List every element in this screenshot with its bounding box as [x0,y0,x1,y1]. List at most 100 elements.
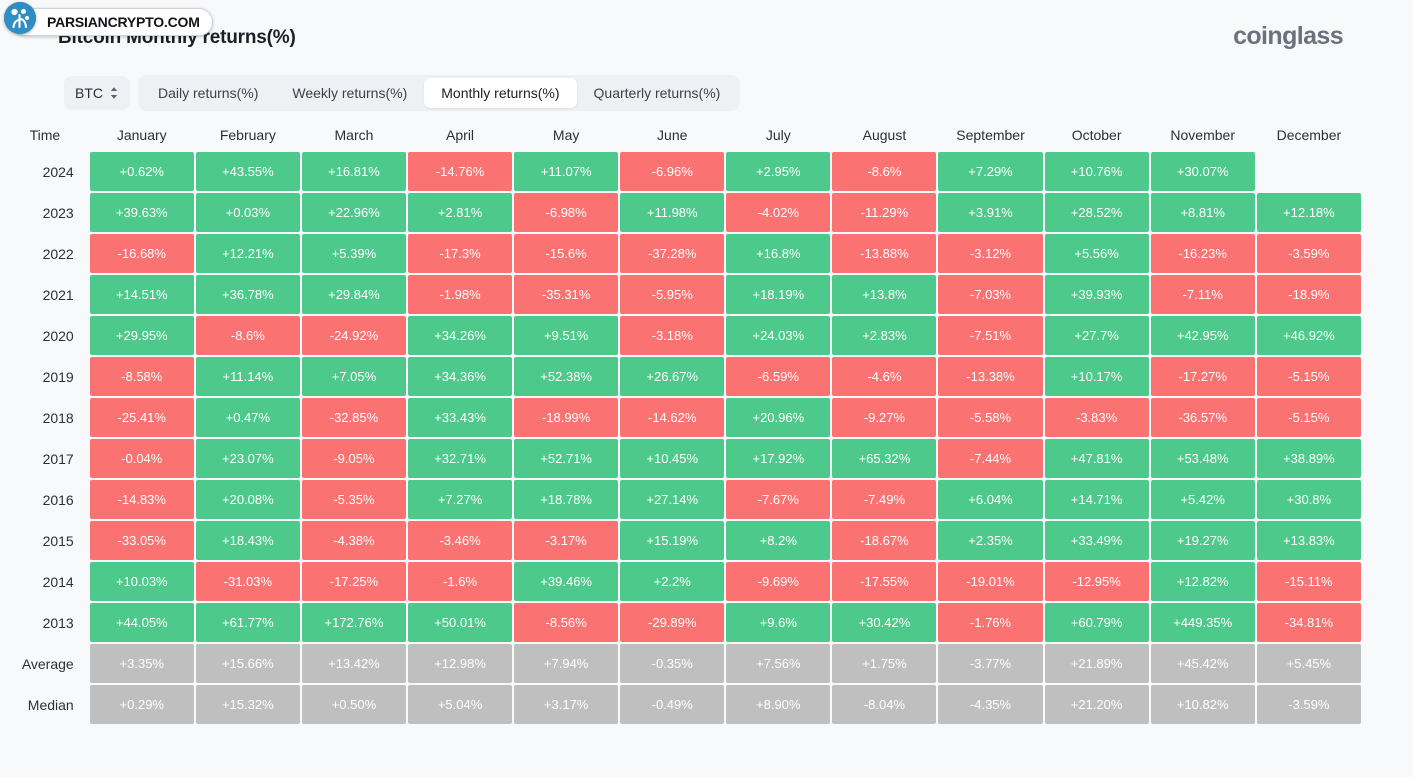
return-cell[interactable]: +5.39% [301,234,406,273]
return-cell[interactable]: -9.69% [726,562,831,601]
return-cell[interactable]: -0.49% [620,685,725,724]
return-cell[interactable]: -9.27% [832,398,937,437]
return-cell[interactable]: +5.56% [1044,234,1149,273]
return-cell[interactable]: -8.04% [832,685,937,724]
return-cell[interactable]: +39.93% [1044,275,1149,314]
return-cell[interactable]: +2.83% [832,316,937,355]
return-cell[interactable]: +53.48% [1150,439,1255,478]
return-cell[interactable]: +8.81% [1150,193,1255,232]
return-cell[interactable]: -3.46% [408,521,513,560]
return-cell[interactable]: -5.15% [1256,398,1361,437]
return-cell[interactable]: +8.90% [726,685,831,724]
return-cell[interactable]: -7.51% [938,316,1043,355]
return-cell[interactable]: -19.01% [938,562,1043,601]
return-cell[interactable]: +16.8% [726,234,831,273]
return-cell[interactable]: +10.03% [89,562,194,601]
return-cell[interactable]: +449.35% [1150,603,1255,642]
return-cell[interactable]: +7.05% [301,357,406,396]
return-cell[interactable]: -24.92% [301,316,406,355]
return-cell[interactable]: +33.43% [408,398,513,437]
tab-daily-returns[interactable]: Daily returns(%) [141,78,275,108]
return-cell[interactable]: -29.89% [620,603,725,642]
return-cell[interactable]: -34.81% [1256,603,1361,642]
return-cell[interactable]: +14.71% [1044,480,1149,519]
return-cell[interactable]: -18.99% [514,398,619,437]
return-cell[interactable]: -3.12% [938,234,1043,273]
return-cell[interactable]: -8.6% [832,152,937,191]
return-cell[interactable]: -32.85% [301,398,406,437]
return-cell[interactable]: +13.42% [301,644,406,683]
return-cell[interactable]: +0.50% [301,685,406,724]
return-cell[interactable]: +18.78% [514,480,619,519]
return-cell[interactable]: -35.31% [514,275,619,314]
return-cell[interactable]: +19.27% [1150,521,1255,560]
return-cell[interactable]: -5.15% [1256,357,1361,396]
return-cell[interactable]: -4.6% [832,357,937,396]
return-cell[interactable]: -3.17% [514,521,619,560]
return-cell[interactable]: +2.95% [726,152,831,191]
return-cell[interactable]: +30.42% [832,603,937,642]
return-cell[interactable]: +32.71% [408,439,513,478]
return-cell[interactable]: -8.6% [195,316,300,355]
return-cell[interactable]: -31.03% [195,562,300,601]
return-cell[interactable]: -6.96% [620,152,725,191]
return-cell[interactable]: +65.32% [832,439,937,478]
return-cell[interactable]: -17.25% [301,562,406,601]
return-cell[interactable]: +18.19% [726,275,831,314]
return-cell[interactable]: -11.29% [832,193,937,232]
return-cell[interactable]: +46.92% [1256,316,1361,355]
return-cell[interactable]: -7.49% [832,480,937,519]
return-cell[interactable]: +3.17% [514,685,619,724]
return-cell[interactable]: +21.20% [1044,685,1149,724]
return-cell[interactable]: -36.57% [1150,398,1255,437]
return-cell[interactable]: -0.35% [620,644,725,683]
return-cell[interactable]: -33.05% [89,521,194,560]
return-cell[interactable]: +43.55% [195,152,300,191]
return-cell[interactable]: +29.84% [301,275,406,314]
return-cell[interactable]: -4.38% [301,521,406,560]
return-cell[interactable]: +10.45% [620,439,725,478]
return-cell[interactable]: +11.14% [195,357,300,396]
return-cell[interactable]: -4.35% [938,685,1043,724]
return-cell[interactable]: +24.03% [726,316,831,355]
return-cell[interactable]: +172.76% [301,603,406,642]
return-cell[interactable]: -7.44% [938,439,1043,478]
return-cell[interactable]: +7.94% [514,644,619,683]
return-cell[interactable]: +34.26% [408,316,513,355]
return-cell[interactable]: -37.28% [620,234,725,273]
return-cell[interactable]: +27.14% [620,480,725,519]
return-cell[interactable]: +15.32% [195,685,300,724]
return-cell[interactable]: +36.78% [195,275,300,314]
return-cell[interactable]: +52.71% [514,439,619,478]
return-cell[interactable]: +38.89% [1256,439,1361,478]
return-cell[interactable]: +20.96% [726,398,831,437]
return-cell[interactable]: +0.03% [195,193,300,232]
return-cell[interactable]: +50.01% [408,603,513,642]
return-cell[interactable]: +27.7% [1044,316,1149,355]
return-cell[interactable]: +7.29% [938,152,1043,191]
return-cell[interactable]: -13.38% [938,357,1043,396]
return-cell[interactable]: -14.76% [408,152,513,191]
return-cell[interactable]: +12.98% [408,644,513,683]
return-cell[interactable]: +9.6% [726,603,831,642]
return-cell[interactable]: +30.07% [1150,152,1255,191]
return-cell[interactable]: -18.9% [1256,275,1361,314]
return-cell[interactable]: +34.36% [408,357,513,396]
return-cell[interactable]: +10.76% [1044,152,1149,191]
return-cell[interactable]: +10.82% [1150,685,1255,724]
return-cell[interactable]: -15.6% [514,234,619,273]
return-cell[interactable]: +26.67% [620,357,725,396]
return-cell[interactable]: -17.27% [1150,357,1255,396]
return-cell[interactable]: +13.83% [1256,521,1361,560]
return-cell[interactable]: -6.98% [514,193,619,232]
return-cell[interactable]: -5.58% [938,398,1043,437]
return-cell[interactable]: +44.05% [89,603,194,642]
return-cell[interactable]: +12.82% [1150,562,1255,601]
return-cell[interactable]: +5.42% [1150,480,1255,519]
return-cell[interactable]: -25.41% [89,398,194,437]
return-cell[interactable]: -7.67% [726,480,831,519]
return-cell[interactable]: +12.21% [195,234,300,273]
return-cell[interactable]: +47.81% [1044,439,1149,478]
return-cell[interactable]: +20.08% [195,480,300,519]
return-cell[interactable]: +39.46% [514,562,619,601]
